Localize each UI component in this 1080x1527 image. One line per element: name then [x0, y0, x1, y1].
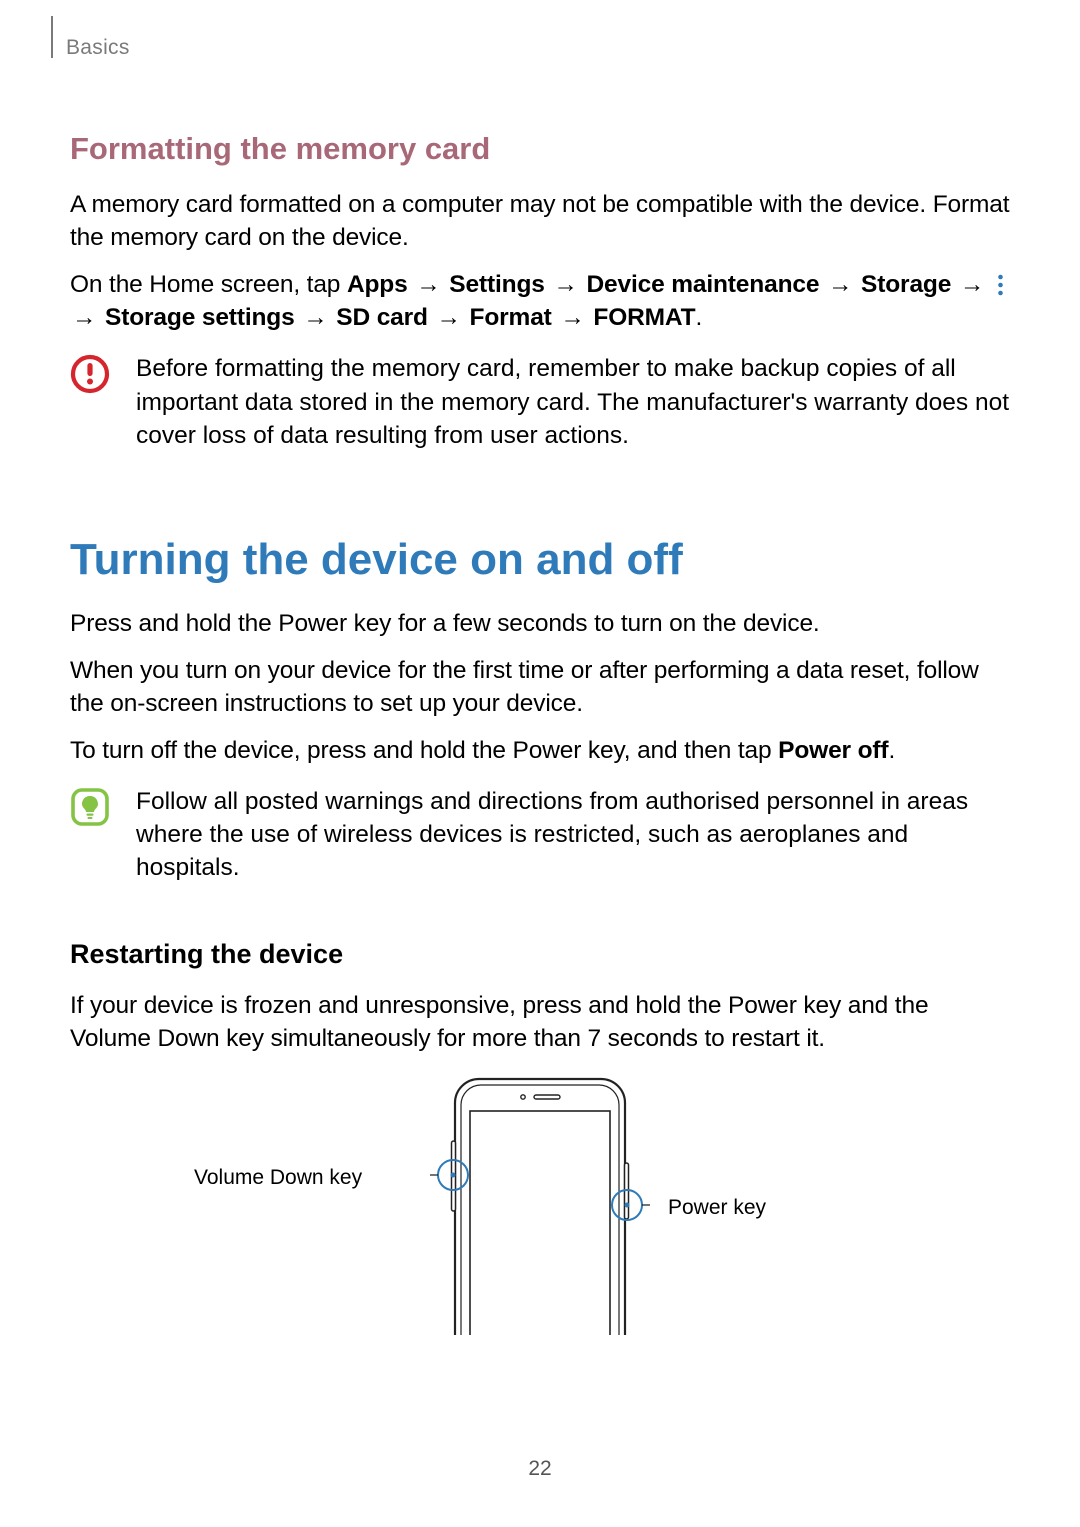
- nav-step-settings: Settings: [449, 271, 544, 298]
- device-diagram: Volume Down key Power key: [70, 1075, 1010, 1335]
- heading-power: Turning the device on and off: [70, 530, 1010, 589]
- arrow-icon: →: [551, 271, 579, 298]
- label-volume-down: Volume Down key: [194, 1164, 362, 1192]
- nav-step-format: Format: [470, 304, 552, 331]
- info-icon: [70, 787, 110, 836]
- nav-step-device-maintenance: Device maintenance: [586, 271, 819, 298]
- heading-formatting: Formatting the memory card: [70, 128, 1010, 170]
- phone-illustration: [430, 1075, 650, 1335]
- heading-restart: Restarting the device: [70, 936, 1010, 972]
- warning-icon: [70, 354, 110, 403]
- nav-period: .: [695, 304, 702, 331]
- paragraph-power-1: Press and hold the Power key for a few s…: [70, 607, 1010, 640]
- label-power-key: Power key: [668, 1194, 766, 1222]
- nav-step-storage-settings: Storage settings: [105, 304, 295, 331]
- info-note: Follow all posted warnings and direction…: [70, 785, 1010, 884]
- more-options-icon: [993, 274, 1006, 296]
- page-number: 22: [0, 1455, 1080, 1483]
- page: Basics Formatting the memory card A memo…: [0, 0, 1080, 1527]
- p3b: Power off: [778, 737, 888, 764]
- paragraph-restart: If your device is frozen and unresponsiv…: [70, 989, 1010, 1055]
- nav-intro: On the Home screen, tap: [70, 271, 347, 298]
- arrow-icon: →: [301, 304, 329, 331]
- arrow-icon: →: [958, 271, 986, 298]
- arrow-icon: →: [558, 304, 586, 331]
- p3a: To turn off the device, press and hold t…: [70, 737, 778, 764]
- paragraph-nav-steps: On the Home screen, tap Apps → Settings …: [70, 268, 1010, 334]
- arrow-icon: →: [435, 304, 463, 331]
- header-rule: [51, 16, 53, 58]
- nav-step-format-caps: FORMAT: [593, 304, 695, 331]
- paragraph-power-3: To turn off the device, press and hold t…: [70, 734, 1010, 767]
- info-text: Follow all posted warnings and direction…: [136, 785, 1010, 884]
- warning-text: Before formatting the memory card, remem…: [136, 352, 1010, 451]
- paragraph-power-2: When you turn on your device for the fir…: [70, 654, 1010, 720]
- section-label: Basics: [66, 34, 1010, 62]
- nav-step-sd-card: SD card: [336, 304, 428, 331]
- arrow-icon: →: [414, 271, 442, 298]
- paragraph-format-intro: A memory card formatted on a computer ma…: [70, 188, 1010, 254]
- arrow-icon: →: [70, 304, 98, 331]
- arrow-icon: →: [826, 271, 854, 298]
- p3c: .: [888, 737, 895, 764]
- nav-step-storage: Storage: [861, 271, 951, 298]
- warning-note: Before formatting the memory card, remem…: [70, 352, 1010, 451]
- nav-step-apps: Apps: [347, 271, 408, 298]
